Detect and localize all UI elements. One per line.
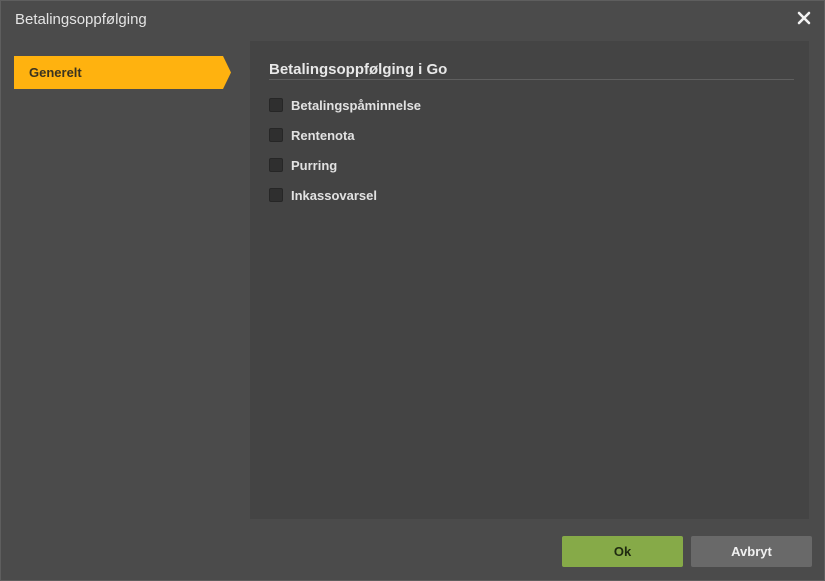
sidebar-item-generelt[interactable]: Generelt [14,56,233,89]
option-label: Inkassovarsel [291,188,378,203]
ok-button[interactable]: Ok [562,536,683,567]
close-icon[interactable] [796,10,812,26]
checkbox[interactable] [269,98,283,112]
settings-panel: Betalingsoppfølging i Go Betalingspåminn… [250,41,809,519]
dialog-footer: Ok Avbryt [1,519,824,580]
checkbox[interactable] [269,128,283,142]
sidebar: Generelt [1,41,249,519]
checkbox[interactable] [269,158,283,172]
payment-followup-dialog: Betalingsoppfølging Generelt Betalingsop… [0,0,825,581]
option-label: Betalingspåminnelse [291,98,422,113]
section-title: Betalingsoppfølging i Go [269,61,448,78]
option-label: Purring [291,158,338,173]
section-divider [269,79,794,80]
sidebar-item-label: Generelt [29,65,82,80]
cancel-button[interactable]: Avbryt [691,536,812,567]
dialog-title: Betalingsoppfølging [15,11,147,28]
dialog-titlebar: Betalingsoppfølging [1,1,824,38]
option-label: Rentenota [291,128,355,143]
checkbox[interactable] [269,188,283,202]
